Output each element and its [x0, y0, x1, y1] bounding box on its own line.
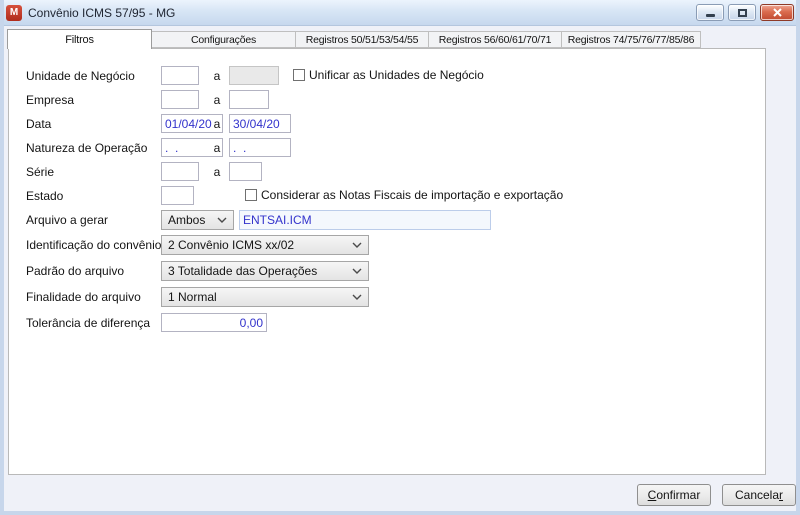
cancel-button[interactable]: Cancela r: [722, 484, 796, 506]
tolerancia-label: Tolerância de diferença: [26, 316, 151, 330]
close-button[interactable]: [760, 4, 794, 21]
arquivo-gerar-selected-value: Ambos: [168, 213, 206, 227]
empresa-from-input[interactable]: [161, 90, 199, 109]
estado-label: Estado: [26, 189, 64, 203]
field-estado: Estado Considerar as Notas Fiscais de im…: [9, 186, 765, 207]
field-identificacao-convenio: Identificação do convênio 2 Convênio ICM…: [9, 235, 765, 256]
field-tolerancia: Tolerância de diferença: [9, 313, 765, 334]
range-separator: a: [213, 117, 221, 131]
field-arquivo-gerar: Arquivo a gerar Ambos: [9, 210, 765, 231]
chevron-down-icon: [352, 268, 362, 274]
tab-bar: Filtros Configurações Registros 50/51/53…: [7, 29, 701, 49]
field-natureza-operacao: Natureza de Operação a: [9, 138, 765, 159]
unificar-checkbox-row: Unificar as Unidades de Negócio: [293, 68, 484, 82]
chevron-down-icon: [352, 294, 362, 300]
considerar-checkbox-row: Considerar as Notas Fiscais de importaçã…: [245, 188, 563, 202]
empresa-label: Empresa: [26, 93, 75, 107]
app-icon-letter: M: [9, 6, 19, 18]
data-label: Data: [26, 117, 52, 131]
window-controls: [696, 4, 794, 21]
padrao-selected-value: 3 Totalidade das Operações: [168, 264, 318, 278]
natureza-label: Natureza de Operação: [26, 141, 148, 155]
tolerancia-input[interactable]: [161, 313, 267, 332]
estado-input[interactable]: [161, 186, 194, 205]
close-icon: [772, 8, 782, 17]
chevron-down-icon: [352, 242, 362, 248]
padrao-select[interactable]: 3 Totalidade das Operações: [161, 261, 369, 281]
arquivo-gerar-label: Arquivo a gerar: [26, 213, 109, 227]
maximize-button[interactable]: [728, 4, 756, 21]
identificacao-label: Identificação do convênio: [26, 238, 162, 252]
confirm-rest: onfirmar: [656, 488, 701, 502]
arquivo-gerar-select[interactable]: Ambos: [161, 210, 234, 230]
serie-from-input[interactable]: [161, 162, 199, 181]
dialog-window: M Convênio ICMS 57/95 - MG Filtros Confi…: [0, 0, 800, 515]
field-unidade-negocio: Unidade de Negócio a Unificar as Unidade…: [9, 66, 765, 87]
finalidade-label: Finalidade do arquivo: [26, 290, 141, 304]
confirm-button[interactable]: Confirmar: [637, 484, 711, 506]
minimize-icon: [705, 14, 715, 17]
unidade-negocio-from-input[interactable]: [161, 66, 199, 85]
maximize-icon: [737, 8, 747, 17]
tab-configuracoes[interactable]: Configurações: [151, 31, 296, 48]
considerar-checkbox-label: Considerar as Notas Fiscais de importaçã…: [261, 188, 564, 202]
chevron-down-icon: [217, 217, 227, 223]
app-icon: M: [6, 4, 22, 21]
tab-registros-74[interactable]: Registros 74/75/76/77/85/86: [561, 31, 701, 48]
serie-label: Série: [26, 165, 55, 179]
field-empresa: Empresa a: [9, 90, 765, 111]
field-finalidade-arquivo: Finalidade do arquivo 1 Normal: [9, 287, 765, 308]
tab-registros-56[interactable]: Registros 56/60/61/70/71: [428, 31, 562, 48]
range-separator: a: [213, 141, 221, 155]
unidade-negocio-to-input: [229, 66, 279, 85]
confirm-mnemonic: C: [647, 488, 657, 502]
field-data: Data a: [9, 114, 765, 135]
identificacao-selected-value: 2 Convênio ICMS xx/02: [168, 238, 295, 252]
serie-to-input[interactable]: [229, 162, 262, 181]
tab-page-filtros: Unidade de Negócio a Unificar as Unidade…: [8, 48, 766, 475]
considerar-checkbox[interactable]: [245, 189, 257, 201]
arquivo-nome-input[interactable]: [239, 210, 491, 230]
titlebar[interactable]: M Convênio ICMS 57/95 - MG: [4, 0, 796, 26]
field-padrao-arquivo: Padrão do arquivo 3 Totalidade das Opera…: [9, 261, 765, 282]
finalidade-select[interactable]: 1 Normal: [161, 287, 369, 307]
identificacao-select[interactable]: 2 Convênio ICMS xx/02: [161, 235, 369, 255]
minimize-button[interactable]: [696, 4, 724, 21]
padrao-label: Padrão do arquivo: [26, 264, 125, 278]
range-separator: a: [213, 69, 221, 83]
cancel-pre: Cancela: [734, 488, 780, 502]
field-serie: Série a: [9, 162, 765, 183]
data-to-input[interactable]: [229, 114, 291, 133]
natureza-to-input[interactable]: [229, 138, 291, 157]
cancel-mnemonic: r: [779, 488, 784, 502]
unificar-checkbox[interactable]: [293, 69, 305, 81]
tab-filtros[interactable]: Filtros: [7, 29, 152, 49]
unidade-negocio-label: Unidade de Negócio: [26, 69, 135, 83]
range-separator: a: [213, 165, 221, 179]
finalidade-selected-value: 1 Normal: [168, 290, 217, 304]
window-title: Convênio ICMS 57/95 - MG: [28, 5, 176, 20]
tab-registros-50[interactable]: Registros 50/51/53/54/55: [295, 31, 429, 48]
empresa-to-input[interactable]: [229, 90, 269, 109]
range-separator: a: [213, 93, 221, 107]
unificar-checkbox-label: Unificar as Unidades de Negócio: [309, 68, 484, 82]
